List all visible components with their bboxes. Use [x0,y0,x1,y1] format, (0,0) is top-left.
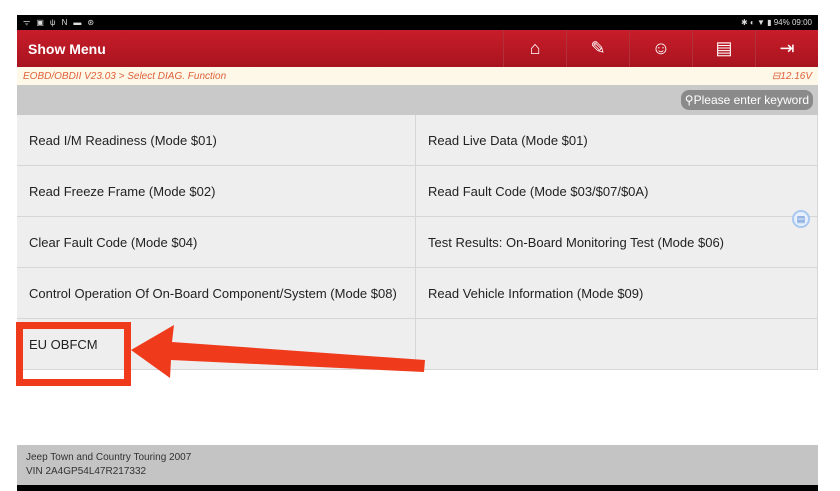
arrow-shape [131,325,425,378]
annotation-arrow [131,325,425,378]
